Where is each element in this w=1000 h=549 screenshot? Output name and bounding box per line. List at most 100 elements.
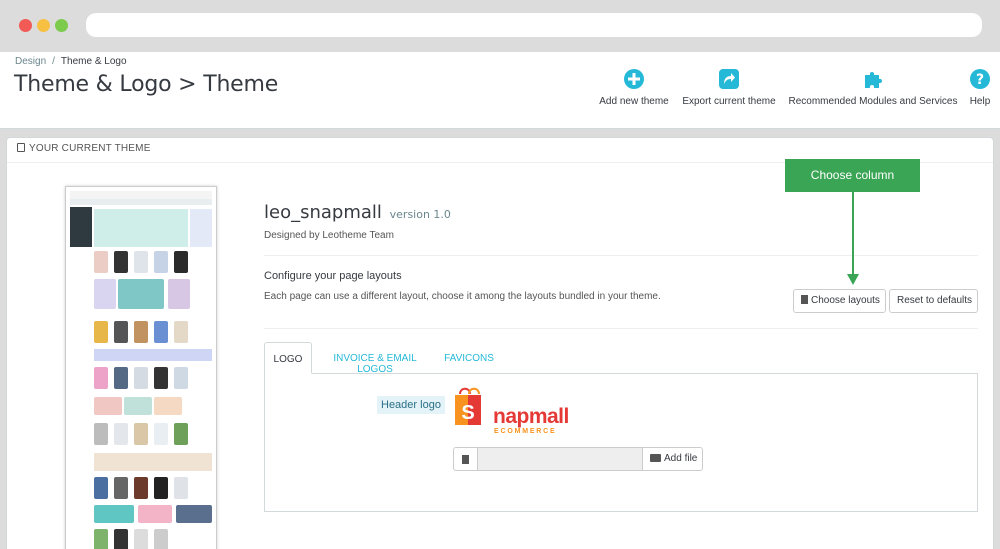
current-theme-panel: YOUR CURRENT THEME leo_snapmall version … [6,137,994,549]
file-name-field[interactable] [478,448,642,470]
preview-product-row [94,251,212,277]
preview-strip [94,349,212,361]
preview-product [174,321,188,343]
theme-name: leo_snapmall version 1.0 [264,202,451,223]
preview-product [134,423,148,445]
logo-tabs: LOGO INVOICE & EMAIL LOGOS FAVICONS [264,342,978,375]
annotation-callout: Choose column [785,159,920,192]
preview-product [94,477,108,499]
page-title: Theme & Logo > Theme [14,72,279,97]
logo-file-input[interactable]: Add file [453,447,703,471]
tab-favicons-label: FAVICONS [444,353,494,364]
preview-banner [94,505,134,523]
preview-product-row [94,367,212,393]
breadcrumb-design[interactable]: Design [15,56,46,67]
folder-open-icon [650,454,661,462]
preview-side-banner [190,209,212,247]
preview-product [114,367,128,389]
preview-product [154,529,168,549]
preview-banner-row [94,397,212,423]
preview-product [174,367,188,389]
preview-product [134,529,148,549]
preview-banner [168,279,190,309]
theme-preview-image [65,186,217,549]
preview-product [134,251,148,273]
plus-circle-icon [624,69,644,89]
add-new-theme-label: Add new theme [599,96,669,107]
address-bar[interactable] [86,13,982,37]
file-icon [801,295,808,304]
preview-product [154,251,168,273]
choose-layouts-button[interactable]: Choose layouts [793,289,886,313]
preview-banner [138,505,172,523]
preview-product [134,321,148,343]
annotation-text: Choose column [810,168,895,182]
preview-topbar [70,191,212,199]
preview-banner [94,279,116,309]
add-file-button[interactable]: Add file [642,448,702,470]
preview-product [94,423,108,445]
preview-product [154,321,168,343]
minimize-window-dot[interactable] [37,19,50,32]
html5-icon [17,143,25,152]
divider [264,328,978,329]
puzzle-icon [865,72,882,88]
preview-product-row [94,529,212,549]
preview-product [114,321,128,343]
add-new-theme-button[interactable]: Add new theme [598,68,670,107]
breadcrumb: Design / Theme & Logo [15,56,127,67]
preview-hero-banner [94,209,188,247]
share-icon [719,69,739,89]
breadcrumb-current: Theme & Logo [60,56,127,67]
annotation-arrow-line [852,192,854,276]
preview-product [154,423,168,445]
file-icon-box [454,448,478,470]
preview-product-row [94,477,212,503]
preview-sidebar [70,207,92,247]
file-icon [462,455,469,464]
preview-banner-row [94,279,212,309]
preview-product [174,251,188,273]
layouts-title: Configure your page layouts [264,270,402,282]
preview-product [134,477,148,499]
question-circle-icon: ? [970,69,990,89]
preview-product [94,367,108,389]
recommended-modules-button[interactable]: Recommended Modules and Services [788,68,958,107]
logo-tab-content [264,373,978,512]
preview-product [134,367,148,389]
preview-product [94,251,108,273]
logo-letter: S [461,402,474,424]
preview-product [94,321,108,343]
recommended-modules-label: Recommended Modules and Services [788,96,958,107]
reset-to-defaults-button[interactable]: Reset to defaults [889,289,978,313]
preview-product [114,251,128,273]
help-label: Help [969,96,991,107]
preview-product [154,477,168,499]
reset-to-defaults-label: Reset to defaults [897,295,973,306]
preview-product [154,367,168,389]
breadcrumb-separator: / [52,56,55,67]
preview-strip [94,453,212,471]
page-header: Design / Theme & Logo Theme & Logo > Theme… [0,52,1000,129]
preview-menu-bar [70,199,212,205]
theme-author: Designed by Leotheme Team [264,230,394,241]
export-theme-button[interactable]: Export current theme [680,68,778,107]
theme-name-text: leo_snapmall [264,202,382,223]
preview-product-row [94,321,212,347]
tab-invoice-email-logos[interactable]: INVOICE & EMAIL LOGOS [320,342,430,375]
tab-favicons[interactable]: FAVICONS [438,342,500,374]
layouts-description: Each page can use a different layout, ch… [264,291,661,302]
preview-product-row [94,423,212,449]
divider [264,255,978,256]
preview-banner [176,505,212,523]
preview-product [174,423,188,445]
logo-wordmark: napmall [493,405,569,428]
preview-product [114,529,128,549]
tab-logo[interactable]: LOGO [264,342,312,374]
help-button[interactable]: ? Help [966,68,994,107]
maximize-window-dot[interactable] [55,19,68,32]
close-window-dot[interactable] [19,19,32,32]
svg-text:?: ? [976,72,984,88]
preview-banner [124,397,152,415]
preview-product [114,423,128,445]
